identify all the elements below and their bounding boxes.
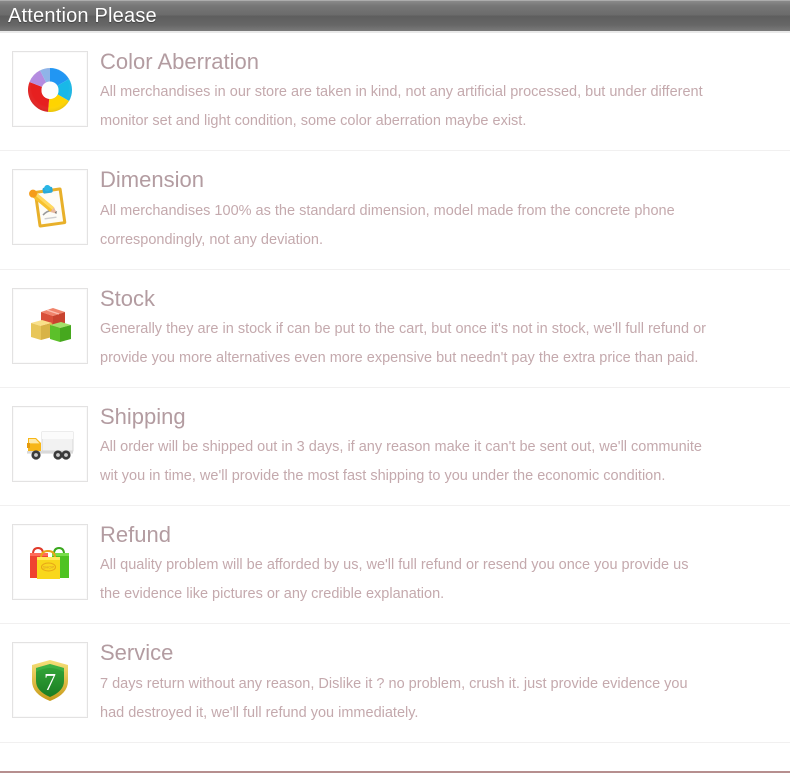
row-description-line1: All order will be shipped out in 3 days,… bbox=[100, 439, 702, 456]
row-description-line1: All merchandises 100% as the standard di… bbox=[100, 202, 675, 219]
icon-cell bbox=[0, 49, 100, 127]
attention-row-list: Color Aberration All merchandises in our… bbox=[0, 33, 790, 743]
icon-box bbox=[12, 405, 88, 482]
row-description-line2: the evidence like pictures or any credib… bbox=[100, 586, 445, 603]
row-description-line1: All merchandises in our store are taken … bbox=[100, 84, 703, 101]
delivery-truck-icon bbox=[22, 422, 78, 466]
row-description-line1: 7 days return without any reason, Dislik… bbox=[100, 675, 688, 692]
icon-box bbox=[12, 287, 88, 364]
icon-box bbox=[12, 169, 88, 246]
svg-text:SHOP: SHOP bbox=[43, 565, 55, 570]
text-cell: Refund All quality problem will be affor… bbox=[100, 522, 790, 609]
icon-cell bbox=[0, 286, 100, 364]
row-title: Stock bbox=[100, 285, 156, 311]
row-description-line2: correspondingly, not any deviation. bbox=[100, 231, 324, 248]
attention-row-refund: SHOP Refund All quality problem will be … bbox=[0, 506, 790, 625]
attention-row-dimension: Dimension All merchandises 100% as the s… bbox=[0, 151, 790, 270]
icon-box: SHOP bbox=[12, 524, 88, 601]
row-title: Dimension bbox=[100, 167, 204, 193]
attention-row-color-aberration: Color Aberration All merchandises in our… bbox=[0, 33, 790, 152]
shield-seven-icon: 7 bbox=[23, 653, 77, 707]
text-cell: Stock Generally they are in stock if can… bbox=[100, 286, 790, 373]
row-description: All merchandises in our store are taken … bbox=[100, 78, 790, 136]
attention-row-service: 7 Service 7 days return without any reas… bbox=[0, 624, 790, 743]
text-cell: Dimension All merchandises 100% as the s… bbox=[100, 167, 790, 254]
row-description: All order will be shipped out in 3 days,… bbox=[100, 433, 790, 491]
icon-cell: 7 bbox=[0, 640, 100, 719]
shopping-bags-icon: SHOP bbox=[23, 535, 77, 589]
page-title: Attention Please bbox=[8, 4, 157, 27]
row-description: Generally they are in stock if can be pu… bbox=[100, 315, 790, 373]
row-description: All merchandises 100% as the standard di… bbox=[100, 197, 790, 255]
row-description: All quality problem will be afforded by … bbox=[100, 551, 790, 609]
row-description-line2: wit you in time, we'll provide the most … bbox=[100, 468, 666, 485]
text-cell: Service 7 days return without any reason… bbox=[100, 640, 790, 727]
row-description-line2: monitor set and light condition, some co… bbox=[100, 113, 527, 130]
icon-box bbox=[12, 51, 88, 127]
icon-box: 7 bbox=[12, 642, 88, 719]
row-description-line2: provide you more alternatives even more … bbox=[100, 349, 699, 366]
attention-row-shipping: Shipping All order will be shipped out i… bbox=[0, 388, 790, 507]
row-description-line1: Generally they are in stock if can be pu… bbox=[100, 320, 706, 337]
text-cell: Shipping All order will be shipped out i… bbox=[100, 404, 790, 491]
row-title: Shipping bbox=[100, 403, 186, 429]
row-description-line2: had destroyed it, we'll full refund you … bbox=[100, 704, 419, 721]
row-title: Refund bbox=[100, 522, 171, 548]
svg-text:7: 7 bbox=[44, 670, 56, 696]
panel-header: Attention Please bbox=[0, 0, 790, 33]
color-wheel-icon bbox=[23, 62, 77, 116]
icon-cell bbox=[0, 404, 100, 482]
row-title: Color Aberration bbox=[100, 49, 259, 74]
clipboard-pencil-icon bbox=[23, 180, 77, 234]
attention-row-stock: Stock Generally they are in stock if can… bbox=[0, 270, 790, 388]
row-description-line1: All quality problem will be afforded by … bbox=[100, 557, 689, 574]
row-description: 7 days return without any reason, Dislik… bbox=[100, 670, 790, 728]
text-cell: Color Aberration All merchandises in our… bbox=[100, 49, 790, 136]
icon-cell: SHOP bbox=[0, 522, 100, 601]
attention-please-panel: Attention Please Color Aberration All me… bbox=[0, 0, 790, 773]
icon-cell bbox=[0, 167, 100, 246]
boxes-icon bbox=[23, 299, 77, 353]
row-title: Service bbox=[100, 640, 174, 666]
